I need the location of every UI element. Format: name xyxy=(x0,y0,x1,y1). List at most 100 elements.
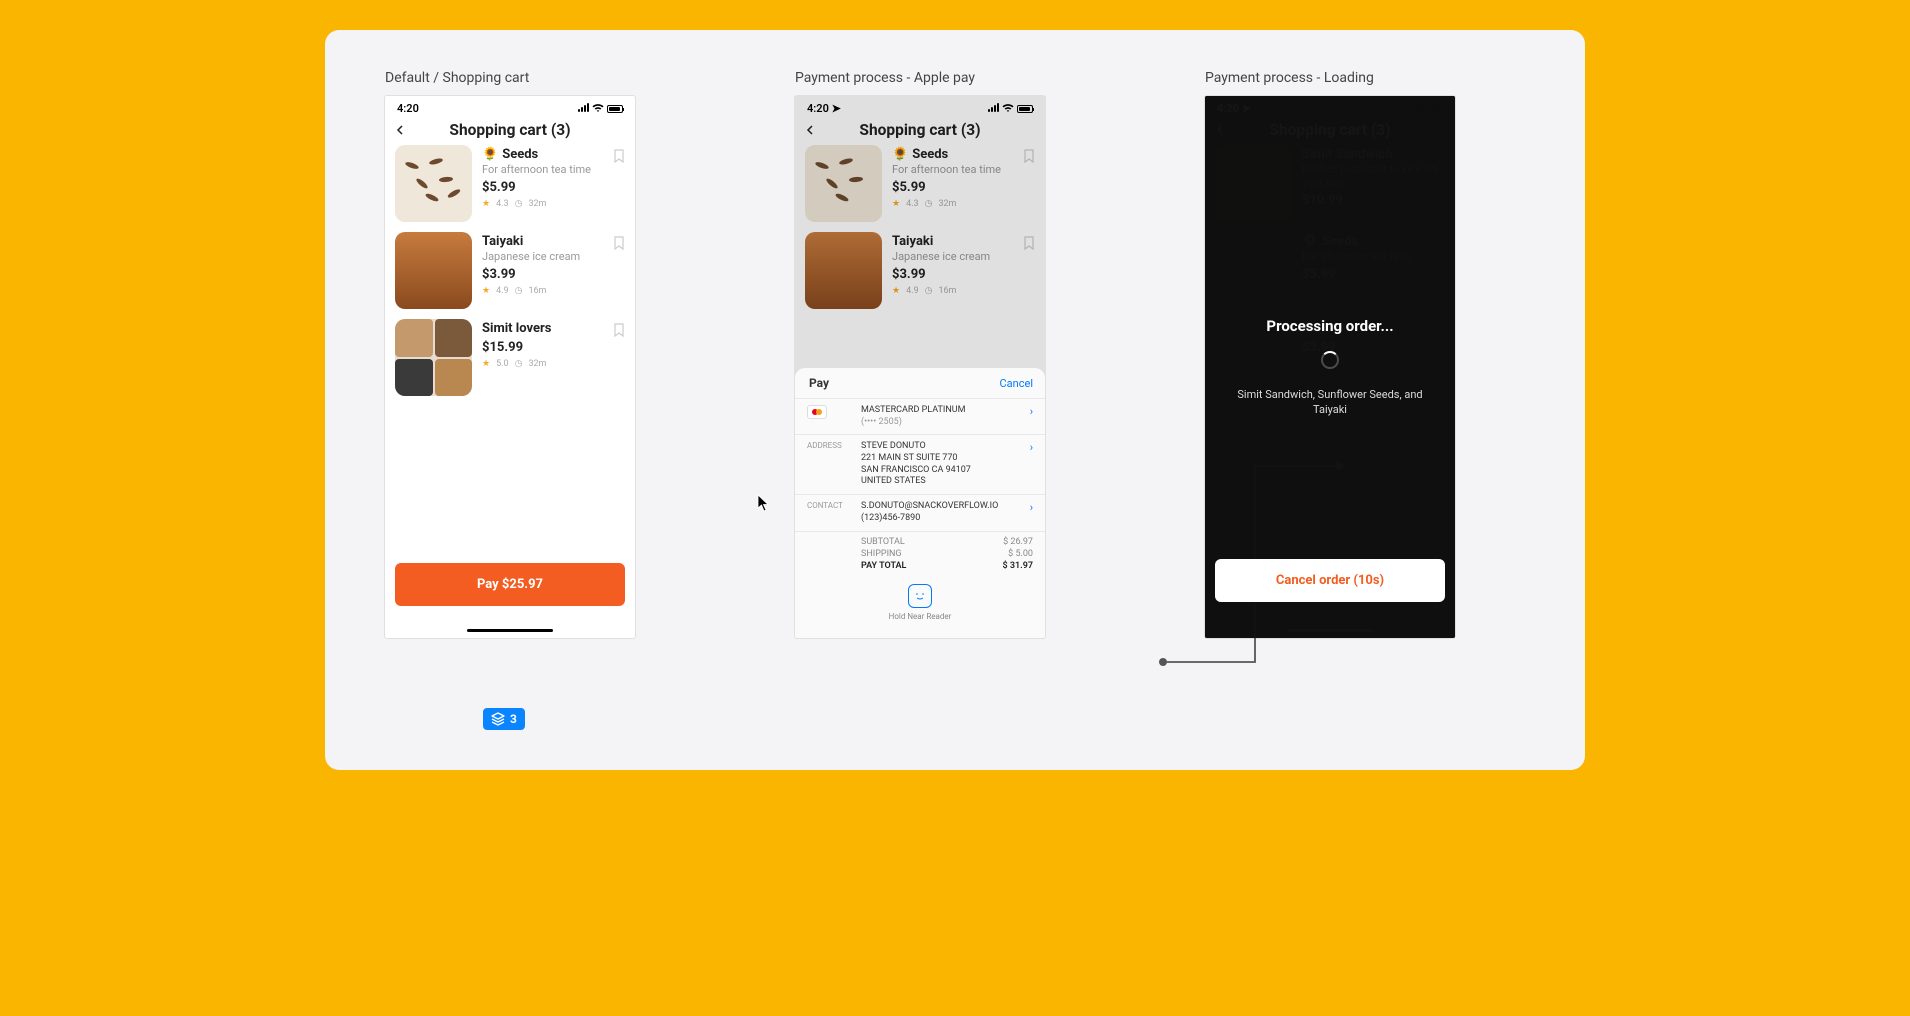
star-icon: ★ xyxy=(482,359,490,369)
phone-applepay[interactable]: 4:20 ➤ Shopping cart (3) xyxy=(795,96,1045,638)
bookmark-icon[interactable] xyxy=(613,236,625,250)
frame-label-applepay: Payment process - Apple pay xyxy=(795,70,975,86)
contact-value: S.DONUTO@SNACKOVERFLOW.IO (123)456-7890 xyxy=(861,501,1020,524)
nav-row: Shopping cart (3) xyxy=(795,117,1045,145)
item-meta: ★4.3◷32m xyxy=(892,199,1035,209)
bookmark-icon xyxy=(1023,236,1035,250)
star-icon: ★ xyxy=(892,199,900,209)
contact-row[interactable]: CONTACT S.DONUTO@SNACKOVERFLOW.IO (123)4… xyxy=(795,494,1045,530)
item-name: Simit lovers xyxy=(482,321,625,336)
chevron-right-icon: › xyxy=(1030,501,1033,514)
face-id-icon xyxy=(908,584,932,608)
mastercard-icon xyxy=(807,405,827,419)
item-desc: Japanese ice cream xyxy=(482,250,625,263)
item-thumbnail xyxy=(395,145,472,222)
item-name: 🌻Seeds xyxy=(892,147,1035,162)
status-time: 4:20 xyxy=(397,102,419,115)
phone-cart[interactable]: 4:20 Shopping cart (3) xyxy=(385,96,635,638)
item-price: $3.99 xyxy=(892,267,1035,282)
star-icon: ★ xyxy=(892,286,900,296)
item-desc: Japanese ice cream xyxy=(892,250,1035,263)
status-icons xyxy=(577,102,623,115)
totals-block: SUBTOTAL$ 26.97 SHIPPING$ 5.00 PAY TOTAL… xyxy=(795,531,1045,576)
pay-button[interactable]: Pay $25.97 xyxy=(395,563,625,606)
nav-row: Shopping cart (3) xyxy=(385,117,635,145)
paytotal-line: PAY TOTAL$ 31.97 xyxy=(807,560,1033,572)
status-bar: 4:20 xyxy=(385,96,635,117)
face-id-hint: Hold Near Reader xyxy=(889,612,952,621)
layers-badge[interactable]: 3 xyxy=(483,708,525,730)
frame-label-loading: Payment process - Loading xyxy=(1205,70,1374,86)
signal-icon xyxy=(987,102,999,115)
item-price: $3.99 xyxy=(482,267,625,282)
item-meta: ★4.3◷32m xyxy=(482,199,625,209)
chevron-right-icon: › xyxy=(1030,405,1033,418)
signal-icon xyxy=(577,102,589,115)
star-icon: ★ xyxy=(482,286,490,296)
contact-label: CONTACT xyxy=(807,501,851,510)
frame-cart-column: Default / Shopping cart 4:20 Shopping ca… xyxy=(385,70,635,730)
spinner-icon xyxy=(1321,351,1339,369)
clock-icon: ◷ xyxy=(515,286,523,296)
item-price: $15.99 xyxy=(482,340,625,355)
clock-icon: ◷ xyxy=(515,359,523,369)
cart-item[interactable]: 🌻Seeds For afternoon tea time $5.99 ★4.3… xyxy=(395,145,625,222)
cursor-icon xyxy=(757,494,771,512)
cart-item[interactable]: Simit lovers $15.99 ★5.0◷32m xyxy=(395,319,625,396)
item-info: Taiyaki Japanese ice cream $3.99 ★4.9◷16… xyxy=(892,232,1035,309)
cart-item[interactable]: Taiyaki Japanese ice cream $3.99 ★4.9◷16… xyxy=(395,232,625,309)
status-icons xyxy=(987,102,1033,115)
clock-icon: ◷ xyxy=(925,199,933,209)
bookmark-icon xyxy=(1023,149,1035,163)
apple-pay-header: Pay Cancel xyxy=(795,368,1045,398)
item-info: Simit lovers $15.99 ★5.0◷32m xyxy=(482,319,625,396)
cart-list: 🌻Seeds For afternoon tea time $5.99 ★4.3… xyxy=(385,145,635,396)
card-value: MASTERCARD PLATINUM(•••• 2505) xyxy=(861,405,1020,428)
item-thumbnail xyxy=(395,319,472,396)
apple-pay-logo: Pay xyxy=(807,376,829,390)
item-thumbnail xyxy=(395,232,472,309)
item-price: $5.99 xyxy=(892,180,1035,195)
loading-overlay: Processing order... Simit Sandwich, Sunf… xyxy=(1205,96,1455,638)
status-time: 4:20 ➤ xyxy=(807,102,841,115)
item-price: $5.99 xyxy=(482,180,625,195)
figma-canvas[interactable]: Default / Shopping cart 4:20 Shopping ca… xyxy=(325,30,1585,770)
frame-loading-column: Payment process - Loading 4:20 ➤ Shoppin… xyxy=(1205,70,1455,730)
bookmark-icon[interactable] xyxy=(613,149,625,163)
processing-items: Simit Sandwich, Sunflower Seeds, and Tai… xyxy=(1225,387,1435,418)
item-info: Taiyaki Japanese ice cream $3.99 ★4.9◷16… xyxy=(482,232,625,309)
battery-icon xyxy=(607,105,623,113)
battery-icon xyxy=(1017,105,1033,113)
address-row[interactable]: ADDRESS STEVE DONUTO 221 MAIN ST SUITE 7… xyxy=(795,434,1045,494)
cancel-order-button[interactable]: Cancel order (10s) xyxy=(1215,559,1445,602)
address-label: ADDRESS xyxy=(807,441,851,450)
page-title: Shopping cart (3) xyxy=(795,121,1045,139)
item-meta: ★4.9◷16m xyxy=(892,286,1035,296)
item-name: Taiyaki xyxy=(482,234,625,249)
item-meta: ★4.9◷16m xyxy=(482,286,625,296)
frame-label-cart: Default / Shopping cart xyxy=(385,70,529,86)
apple-pay-sheet[interactable]: Pay Cancel MASTERCARD PLATINUM(•••• 2505… xyxy=(795,368,1045,638)
home-indicator xyxy=(467,629,553,632)
shipping-line: SHIPPING$ 5.00 xyxy=(807,548,1033,560)
item-desc: For afternoon tea time xyxy=(482,163,625,176)
item-thumbnail xyxy=(805,232,882,309)
item-name: 🌻Seeds xyxy=(482,147,625,162)
card-icon-wrap xyxy=(807,405,851,419)
phone-loading[interactable]: 4:20 ➤ Shopping cart (3) Simit Sandwich … xyxy=(1205,96,1455,638)
processing-title: Processing order... xyxy=(1266,317,1393,335)
bookmark-icon[interactable] xyxy=(613,323,625,337)
card-row[interactable]: MASTERCARD PLATINUM(•••• 2505) › xyxy=(795,398,1045,434)
cancel-button[interactable]: Cancel xyxy=(1000,377,1033,390)
item-meta: ★5.0◷32m xyxy=(482,359,625,369)
face-id-prompt[interactable]: Hold Near Reader xyxy=(795,584,1045,621)
subtotal-line: SUBTOTAL$ 26.97 xyxy=(807,536,1033,548)
status-bar: 4:20 ➤ xyxy=(795,96,1045,117)
clock-icon: ◷ xyxy=(925,286,933,296)
item-thumbnail xyxy=(805,145,882,222)
item-info: 🌻Seeds For afternoon tea time $5.99 ★4.3… xyxy=(892,145,1035,222)
wifi-icon xyxy=(592,104,604,113)
star-icon: ★ xyxy=(482,199,490,209)
item-info: 🌻Seeds For afternoon tea time $5.99 ★4.3… xyxy=(482,145,625,222)
cart-item: Taiyaki Japanese ice cream $3.99 ★4.9◷16… xyxy=(805,232,1035,309)
